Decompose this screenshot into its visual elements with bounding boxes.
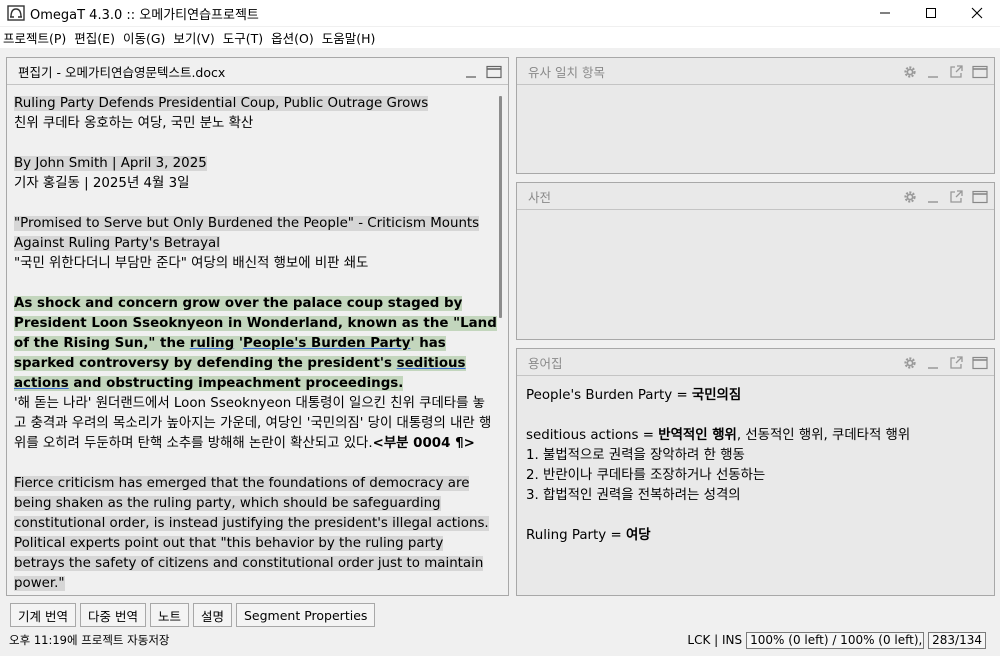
menu-project[interactable]: 프로젝트(P) (0, 28, 70, 47)
omegat-logo-icon (6, 3, 26, 23)
active-segment-target[interactable]: '해 돋는 나라' 원더랜드에서 Loon Sseoknyeon 대통령이 일으… (14, 394, 497, 454)
maximize-pane-icon[interactable] (972, 356, 988, 370)
segment-source: Ruling Party Defends Presidential Coup, … (14, 96, 429, 111)
glossary-header: 용어집 (517, 349, 994, 376)
progress-status: 100% (0 left) / 100% (0 left), 13 (746, 631, 925, 649)
glossary-pane: 용어집 People's Burden Party = 국민의짐 seditio… (516, 348, 995, 596)
dictionary-header: 사전 (517, 183, 994, 210)
active-segment-source: As shock and concern grow over the palac… (14, 296, 497, 391)
segment-source: Against Ruling Party's Betrayal (14, 236, 220, 251)
segment-source: Fierce criticism has emerged that the fo… (14, 476, 489, 591)
gear-icon[interactable] (902, 189, 918, 205)
menu-tools[interactable]: 도구(T) (219, 28, 267, 47)
glossary-target-term: 여당 (625, 528, 651, 543)
glossary-alternatives: , 선동적인 행위, 쿠데타적 행위 (736, 428, 911, 443)
editor-scrollbar[interactable] (499, 96, 502, 318)
minimize-pane-icon[interactable] (926, 190, 940, 204)
close-window-icon[interactable] (954, 0, 1000, 26)
active-segment[interactable]: As shock and concern grow over the palac… (14, 294, 497, 454)
segment-target: 기자 홍길동 | 2025년 4월 3일 (14, 176, 190, 191)
glossary-source-term: seditious actions = (526, 428, 659, 443)
maximize-window-icon[interactable] (908, 0, 954, 26)
glossary-title: 용어집 (528, 355, 563, 371)
glossary-definition: 2. 반란이나 쿠데타를 조장하거나 선동하는 (526, 468, 766, 483)
segment[interactable]: "Promised to Serve but Only Burdened the… (14, 214, 497, 274)
menu-goto[interactable]: 이동(G) (119, 28, 169, 47)
minimize-pane-icon[interactable] (926, 356, 940, 370)
segment-marker: <부분 0004 ¶> (372, 436, 475, 451)
glossary-entries[interactable]: People's Burden Party = 국민의짐 seditious a… (517, 376, 994, 546)
segment-target: "국민 위한다더니 부담만 준다" 여당의 배신적 행보에 비판 쇄도 (14, 256, 369, 271)
gear-icon[interactable] (902, 64, 918, 80)
dictionary-title: 사전 (528, 189, 552, 205)
dictionary-pane: 사전 (516, 182, 995, 340)
fuzzy-matches-pane: 유사 일치 항목 (516, 57, 995, 174)
bottom-tabs: 기계 번역 다중 번역 노트 설명 Segment Properties (0, 602, 1000, 628)
editor-title: 편집기 - 오메가티연습영문텍스트.docx (18, 64, 226, 80)
source-text: ' (234, 336, 243, 351)
gear-icon[interactable] (902, 355, 918, 371)
undock-icon[interactable] (948, 64, 964, 80)
menu-bar: 프로젝트(P) 편집(E) 이동(G) 보기(V) 도구(T) 옵션(O) 도움… (0, 27, 1000, 48)
segment[interactable]: By John Smith | April 3, 2025 기자 홍길동 | 2… (14, 154, 497, 194)
glossary-term: People's Burden Party (242, 336, 411, 351)
segment-target: 친위 쿠데타 옹호하는 여당, 국민 분노 확산 (14, 116, 254, 131)
title-bar: OmegaT 4.3.0 :: 오메가티연습프로젝트 (0, 0, 1000, 26)
glossary-target-term: 반역적인 행위 (658, 428, 737, 443)
autosave-status: 오후 11:19에 프로젝트 자동저장 (9, 633, 170, 647)
glossary-definition: 3. 합법적인 권력을 전복하려는 성격의 (526, 488, 741, 503)
menu-help[interactable]: 도움말(H) (318, 28, 380, 47)
window-title: OmegaT 4.3.0 :: 오메가티연습프로젝트 (30, 7, 259, 23)
glossary-definition: 1. 불법적으로 권력을 장악하려 한 행동 (526, 448, 745, 463)
tab-notes[interactable]: 노트 (149, 603, 189, 627)
glossary-entry[interactable]: Ruling Party = 여당 (526, 526, 994, 546)
source-text: and obstructing impeachment proceedings. (68, 376, 404, 391)
editor-pane: 편집기 - 오메가티연습영문텍스트.docx Ruling Party Defe… (6, 57, 509, 596)
minimize-pane-icon[interactable] (926, 65, 940, 79)
tab-multiple-translations[interactable]: 다중 번역 (79, 603, 146, 627)
status-bar: 오후 11:19에 프로젝트 자동저장 LCK | INS 100% (0 le… (0, 630, 1000, 650)
glossary-source-term: People's Burden Party = (526, 388, 692, 403)
menu-view[interactable]: 보기(V) (169, 28, 218, 47)
undock-icon[interactable] (948, 355, 964, 371)
undock-icon[interactable] (948, 189, 964, 205)
segment-source: "Promised to Serve but Only Burdened the… (14, 216, 480, 231)
minimize-pane-icon[interactable] (464, 65, 478, 79)
segment-source: By John Smith | April 3, 2025 (14, 156, 207, 171)
tab-segment-properties[interactable]: Segment Properties (236, 603, 376, 627)
maximize-pane-icon[interactable] (972, 65, 988, 79)
editor-header: 편집기 - 오메가티연습영문텍스트.docx (7, 58, 508, 85)
segment[interactable]: Fierce criticism has emerged that the fo… (14, 474, 497, 594)
fuzzy-title: 유사 일치 항목 (528, 64, 605, 80)
maximize-pane-icon[interactable] (486, 65, 502, 79)
tab-machine-translation[interactable]: 기계 번역 (10, 603, 76, 627)
segment[interactable]: Ruling Party Defends Presidential Coup, … (14, 94, 497, 134)
segment-count: 283/134 (928, 631, 986, 649)
menu-edit[interactable]: 편집(E) (70, 28, 119, 47)
glossary-term: ruling (189, 336, 235, 351)
editor-text-area[interactable]: Ruling Party Defends Presidential Coup, … (7, 86, 497, 595)
glossary-entry[interactable]: People's Burden Party = 국민의짐 (526, 386, 994, 406)
menu-options[interactable]: 옵션(O) (267, 28, 318, 47)
glossary-entry[interactable]: seditious actions = 반역적인 행위, 선동적인 행위, 쿠데… (526, 426, 994, 446)
minimize-window-icon[interactable] (862, 0, 908, 26)
maximize-pane-icon[interactable] (972, 190, 988, 204)
glossary-target-term: 국민의짐 (691, 388, 742, 403)
tab-comments[interactable]: 설명 (192, 603, 232, 627)
lock-insert-mode: LCK | INS (687, 633, 743, 647)
glossary-source-term: Ruling Party = (526, 528, 626, 543)
fuzzy-header: 유사 일치 항목 (517, 58, 994, 85)
